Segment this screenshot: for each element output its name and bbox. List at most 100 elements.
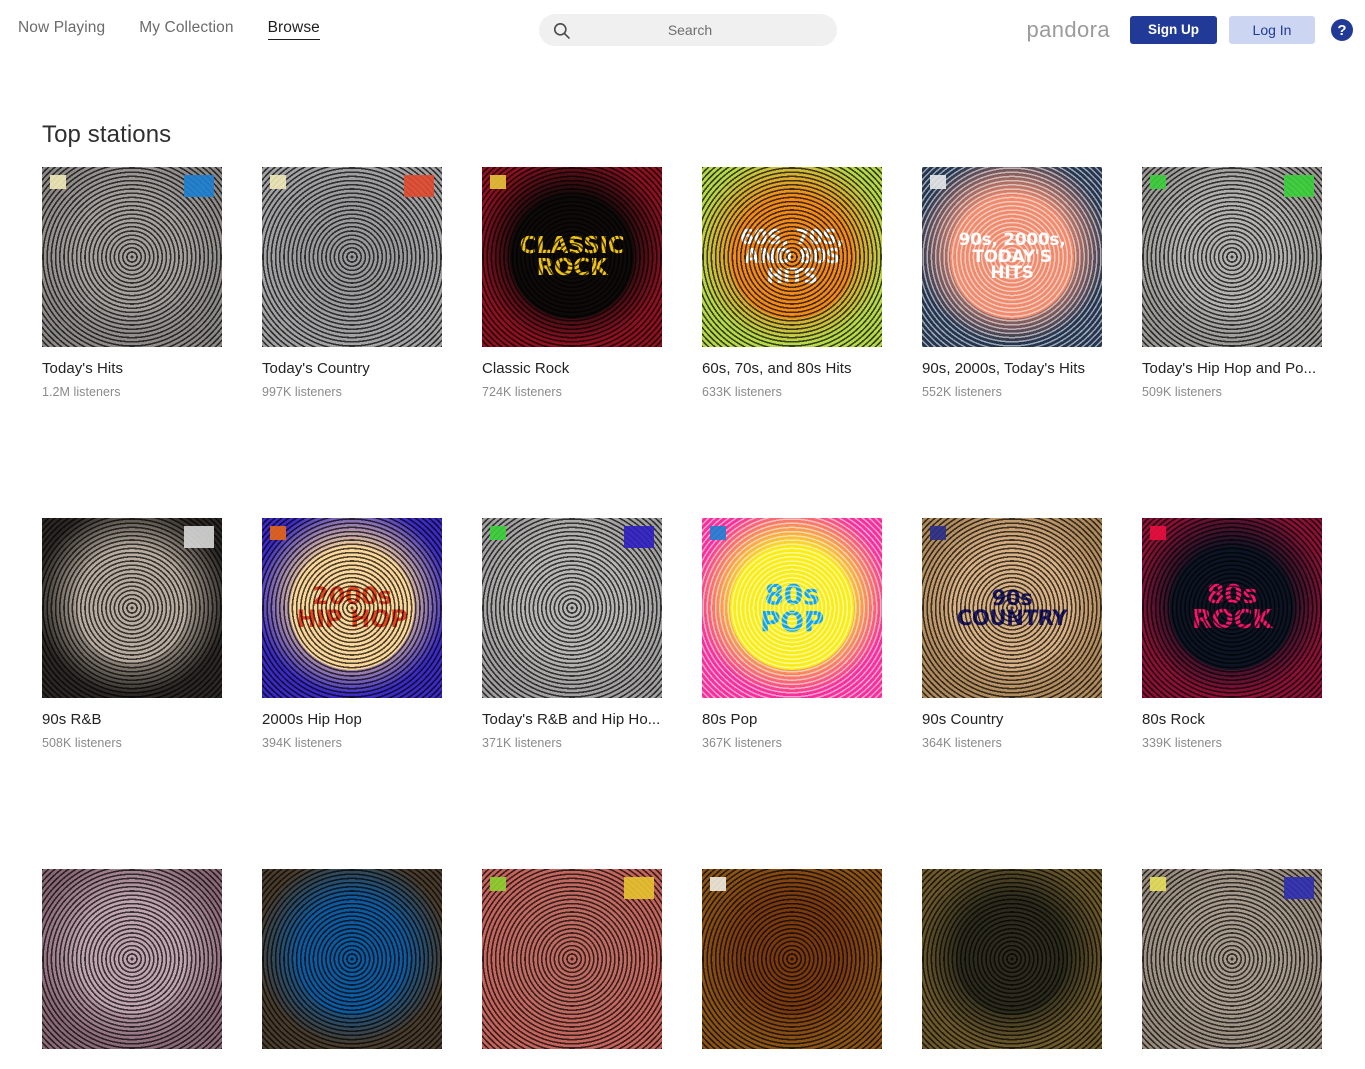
artwork-label: 60S, 70S, AND 80S HITS: [740, 224, 844, 288]
sign-up-button[interactable]: Sign Up: [1130, 16, 1217, 44]
station-tile[interactable]: 90s R&B 508K listeners: [42, 518, 222, 750]
artwork-corner-badge-right: [404, 175, 434, 197]
station-artwork[interactable]: [42, 518, 222, 698]
station-tile[interactable]: [42, 869, 222, 1069]
station-tile[interactable]: [482, 869, 662, 1069]
station-listeners: 1.2M listeners: [42, 385, 121, 399]
station-listeners: 364K listeners: [922, 736, 1002, 750]
station-listeners: 997K listeners: [262, 385, 342, 399]
artwork-disc: 90s COUNTRY: [950, 546, 1074, 670]
station-artwork[interactable]: 2000s HIP HOP: [262, 518, 442, 698]
artwork-corner-badge-left: [490, 526, 506, 540]
station-title[interactable]: 90s R&B: [42, 711, 222, 729]
artwork-disc: [296, 903, 408, 1015]
station-artwork[interactable]: 90s COUNTRY: [922, 518, 1102, 698]
station-artwork[interactable]: [1142, 869, 1322, 1049]
station-tile[interactable]: Today's Country 997K listeners: [262, 167, 442, 399]
station-title[interactable]: Today's R&B and Hip Ho...: [482, 711, 662, 729]
station-tile[interactable]: 2000s HIP HOP 2000s Hip Hop 394K listeners: [262, 518, 442, 750]
artwork-disc: [736, 903, 848, 1015]
header-actions: pandora Sign Up Log In ?: [1026, 0, 1353, 60]
station-tile[interactable]: CLASSIC ROCK Classic Rock 724K listeners: [482, 167, 662, 399]
nav-item-now-playing[interactable]: Now Playing: [18, 20, 105, 40]
station-title[interactable]: Classic Rock: [482, 360, 662, 378]
station-tile[interactable]: [1142, 869, 1322, 1069]
station-artwork[interactable]: 80s ROCK: [1142, 518, 1322, 698]
station-title[interactable]: 2000s Hip Hop: [262, 711, 442, 729]
station-title[interactable]: Today's Hip Hop and Po...: [1142, 360, 1322, 378]
station-title[interactable]: 60s, 70s, and 80s Hits: [702, 360, 882, 378]
artwork-label: 90s COUNTRY: [956, 585, 1068, 630]
nav-item-browse[interactable]: Browse: [267, 20, 320, 40]
station-listeners: 367K listeners: [702, 736, 782, 750]
artwork-corner-badge-left: [1150, 175, 1166, 189]
artwork-corner-badge-left: [1150, 877, 1166, 891]
station-artwork[interactable]: 90s, 2000s, TODAY'S HITS: [922, 167, 1102, 347]
station-listeners: 724K listeners: [482, 385, 562, 399]
station-artwork[interactable]: 60S, 70S, AND 80S HITS: [702, 167, 882, 347]
station-artwork[interactable]: [702, 869, 882, 1049]
search-input[interactable]: [571, 21, 837, 39]
station-artwork[interactable]: [262, 869, 442, 1049]
pandora-logo: pandora: [1026, 17, 1110, 42]
station-artwork[interactable]: CLASSIC ROCK: [482, 167, 662, 347]
station-tile[interactable]: 90s, 2000s, TODAY'S HITS 90s, 2000s, Toda…: [922, 167, 1102, 399]
artwork-disc: CLASSIC ROCK: [510, 195, 634, 319]
artwork-disc: [296, 201, 408, 313]
station-artwork[interactable]: [482, 869, 662, 1049]
station-listeners: 394K listeners: [262, 736, 342, 750]
station-tile[interactable]: Today's R&B and Hip Ho... 371K listeners: [482, 518, 662, 750]
station-tile[interactable]: 60S, 70S, AND 80S HITS 60s, 70s, and 80s …: [702, 167, 882, 399]
log-in-button[interactable]: Log In: [1229, 16, 1315, 44]
artwork-corner-badge-left: [490, 877, 506, 891]
station-listeners: 371K listeners: [482, 736, 562, 750]
station-tile[interactable]: [262, 869, 442, 1069]
station-tile[interactable]: [702, 869, 882, 1069]
artwork-corner-badge-right: [1284, 877, 1314, 899]
station-title[interactable]: 80s Rock: [1142, 711, 1322, 729]
artwork-disc: [76, 903, 188, 1015]
artwork-disc: 90s, 2000s, TODAY'S HITS: [950, 195, 1074, 319]
station-title[interactable]: 90s Country: [922, 711, 1102, 729]
artwork-corner-badge-left: [930, 175, 946, 189]
artwork-disc: [516, 903, 628, 1015]
artwork-disc: 2000s HIP HOP: [290, 546, 414, 670]
nav-item-my-collection[interactable]: My Collection: [139, 20, 233, 40]
artwork-corner-badge-right: [1284, 175, 1314, 197]
station-artwork[interactable]: [42, 869, 222, 1049]
artwork-corner-badge-right: [184, 526, 214, 548]
station-tile[interactable]: [922, 869, 1102, 1069]
station-listeners: 633K listeners: [702, 385, 782, 399]
station-title[interactable]: 80s Pop: [702, 711, 882, 729]
station-tile[interactable]: Today's Hip Hop and Po... 509K listeners: [1142, 167, 1322, 399]
station-artwork[interactable]: 80s POP: [702, 518, 882, 698]
artwork-label: 80s ROCK: [1191, 579, 1273, 635]
page-title: Top stations: [42, 121, 172, 148]
station-tile[interactable]: 80s POP 80s Pop 367K listeners: [702, 518, 882, 750]
artwork-corner-badge-left: [710, 877, 726, 891]
artwork-corner-badge-left: [50, 175, 66, 189]
station-listeners: 339K listeners: [1142, 736, 1222, 750]
station-title[interactable]: 90s, 2000s, Today's Hits: [922, 360, 1102, 378]
station-artwork[interactable]: [1142, 167, 1322, 347]
station-artwork[interactable]: [262, 167, 442, 347]
station-artwork[interactable]: [482, 518, 662, 698]
station-title[interactable]: Today's Country: [262, 360, 442, 378]
top-header: Now Playing My Collection Browse pandora…: [0, 0, 1365, 60]
search-icon: [551, 20, 571, 40]
artwork-corner-badge-right: [624, 526, 654, 548]
station-grid: Today's Hits 1.2M listeners Today's Countr…: [42, 167, 1332, 1069]
station-artwork[interactable]: [42, 167, 222, 347]
artwork-disc: [1176, 903, 1288, 1015]
station-listeners: 552K listeners: [922, 385, 1002, 399]
help-icon[interactable]: ?: [1331, 19, 1353, 41]
artwork-disc: [1176, 201, 1288, 313]
station-tile[interactable]: Today's Hits 1.2M listeners: [42, 167, 222, 399]
station-title[interactable]: Today's Hits: [42, 360, 222, 378]
search-bar[interactable]: [539, 14, 837, 46]
artwork-corner-badge-left: [270, 175, 286, 189]
artwork-corner-badge-left: [490, 175, 506, 189]
station-tile[interactable]: 90s COUNTRY 90s Country 364K listeners: [922, 518, 1102, 750]
station-tile[interactable]: 80s ROCK 80s Rock 339K listeners: [1142, 518, 1322, 750]
station-artwork[interactable]: [922, 869, 1102, 1049]
